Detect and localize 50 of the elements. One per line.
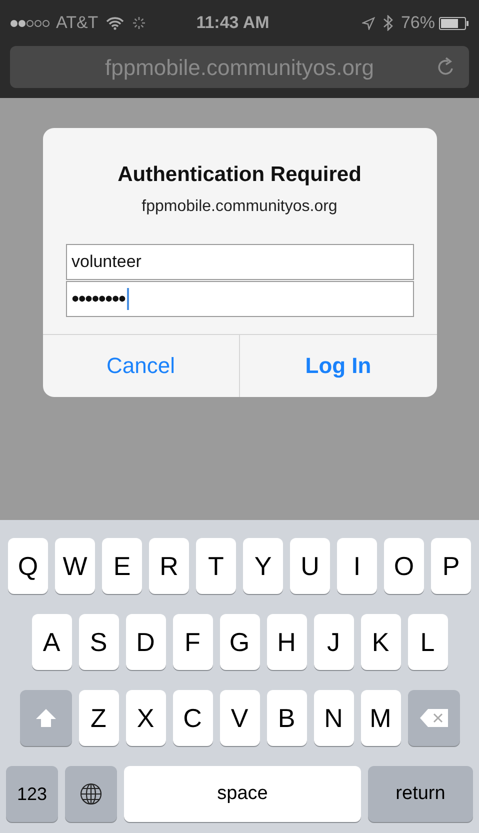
letter-key[interactable]: V xyxy=(220,690,260,746)
letter-key[interactable]: L xyxy=(408,614,448,670)
reload-icon[interactable] xyxy=(437,57,455,77)
letter-key[interactable]: D xyxy=(126,614,166,670)
letter-key[interactable]: Q xyxy=(8,538,48,594)
letter-key[interactable]: G xyxy=(220,614,260,670)
location-arrow-icon xyxy=(362,16,375,30)
letter-key[interactable]: N xyxy=(314,690,354,746)
return-key[interactable]: return xyxy=(368,766,473,822)
letter-key[interactable]: T xyxy=(196,538,236,594)
letter-key[interactable]: P xyxy=(431,538,471,594)
letter-key[interactable]: F xyxy=(172,614,212,670)
backspace-icon xyxy=(418,708,448,728)
carrier-name: AT&T xyxy=(56,12,98,34)
letter-key[interactable]: A xyxy=(32,614,72,670)
letter-key[interactable]: J xyxy=(314,614,354,670)
wifi-icon xyxy=(106,16,124,30)
letter-key[interactable]: I xyxy=(337,538,377,594)
bluetooth-icon xyxy=(382,15,393,31)
space-key[interactable]: space xyxy=(124,766,361,822)
letter-key[interactable]: Z xyxy=(78,690,118,746)
letter-key[interactable]: C xyxy=(172,690,212,746)
letter-key[interactable]: H xyxy=(266,614,306,670)
letter-key[interactable]: O xyxy=(384,538,424,594)
letter-key[interactable]: S xyxy=(78,614,118,670)
letter-key[interactable]: E xyxy=(102,538,142,594)
globe-key[interactable] xyxy=(65,766,117,822)
shift-key[interactable] xyxy=(20,690,72,746)
username-field[interactable]: volunteer xyxy=(66,244,414,280)
clock-time: 11:43 AM xyxy=(196,12,270,34)
delete-key[interactable] xyxy=(408,690,460,746)
url-text: fppmobile.communityos.org xyxy=(104,54,374,82)
battery-icon xyxy=(439,16,469,30)
letter-key[interactable]: Y xyxy=(243,538,283,594)
letter-key[interactable]: R xyxy=(149,538,189,594)
shift-icon xyxy=(34,708,56,728)
spinner-icon xyxy=(132,16,146,30)
dialog-subtitle: fppmobile.communityos.org xyxy=(142,196,338,216)
signal-icon xyxy=(10,18,52,28)
letter-key[interactable]: B xyxy=(266,690,306,746)
password-field[interactable]: •••••••• xyxy=(66,280,414,316)
letter-key[interactable]: M xyxy=(360,690,400,746)
globe-icon xyxy=(79,782,103,806)
letter-key[interactable]: K xyxy=(360,614,400,670)
numbers-key[interactable]: 123 xyxy=(6,766,58,822)
letter-key[interactable]: W xyxy=(55,538,95,594)
dialog-title: Authentication Required xyxy=(118,162,362,188)
letter-key[interactable]: X xyxy=(126,690,166,746)
letter-key[interactable]: U xyxy=(290,538,330,594)
battery-percentage: 76% xyxy=(400,12,435,34)
